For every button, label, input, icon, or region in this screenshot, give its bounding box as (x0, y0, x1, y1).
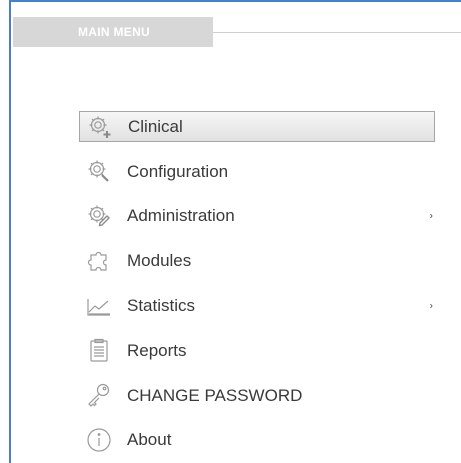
menu-item-label: Modules (127, 251, 192, 271)
chevron-right-icon: › (429, 210, 433, 222)
menu-item-statistics[interactable]: Statistics › (79, 283, 435, 328)
menu-item-label: Reports (127, 340, 187, 360)
gear-plus-icon (87, 114, 113, 140)
menu-item-administration[interactable]: Administration › (79, 194, 435, 239)
menu-item-label: Administration (127, 206, 235, 226)
main-menu-header: MAIN MENU (13, 17, 213, 47)
menu-item-configuration[interactable]: Configuration (79, 149, 435, 194)
menu-item-label: Configuration (127, 161, 229, 181)
key-icon (86, 382, 112, 408)
menu-item-reports[interactable]: Reports (79, 328, 435, 373)
menu-item-modules[interactable]: Modules (79, 238, 435, 283)
gear-pencil-icon (86, 203, 112, 229)
menu-item-label: Clinical (128, 117, 183, 136)
gear-wrench-icon (86, 158, 112, 184)
info-icon (86, 427, 112, 453)
menu-item-label: CHANGE PASSWORD (127, 385, 303, 405)
menu-item-change-password[interactable]: CHANGE PASSWORD (79, 373, 435, 418)
puzzle-icon (86, 248, 112, 274)
clipboard-icon (86, 337, 112, 363)
menu-item-label: About (127, 430, 172, 450)
menu-item-clinical[interactable]: Clinical (79, 111, 435, 142)
main-menu-list: Clinical Configuration Administration › (79, 111, 435, 462)
line-chart-icon (86, 293, 112, 319)
menu-item-label: Statistics (127, 296, 196, 316)
header-divider (213, 32, 461, 33)
menu-item-about[interactable]: About (79, 418, 435, 463)
chevron-right-icon: › (429, 300, 433, 312)
